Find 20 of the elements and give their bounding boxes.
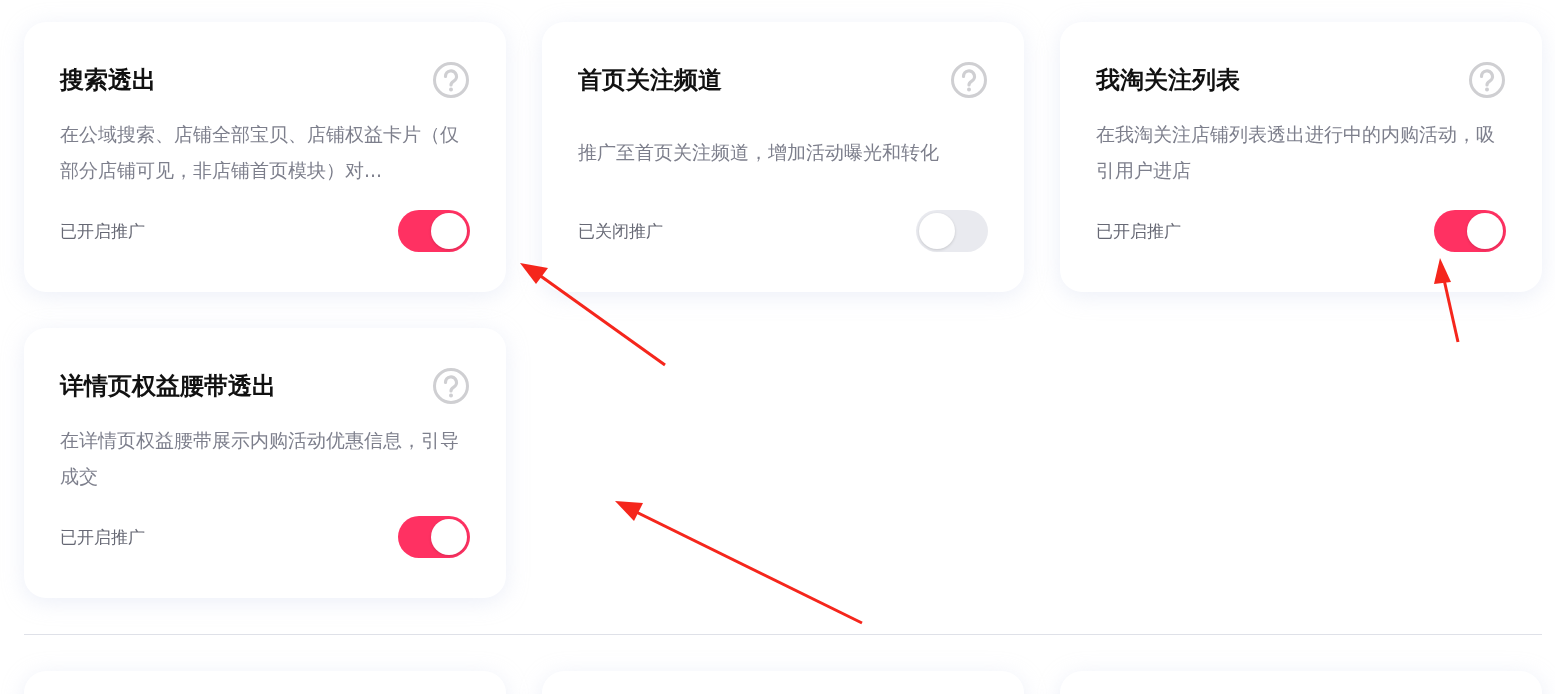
status-label: 已开启推广 xyxy=(60,525,145,549)
toggle-switch[interactable] xyxy=(398,516,470,558)
card-title: 我淘关注列表 xyxy=(1096,65,1240,96)
help-icon[interactable] xyxy=(1468,61,1506,99)
status-label: 已开启推广 xyxy=(60,219,145,243)
card-title: 搜索透出 xyxy=(60,65,156,96)
card-description: 在公域搜索、店铺全部宝贝、店铺权益卡片（仅部分店铺可见，非店铺首页模块）对... xyxy=(60,122,460,183)
status-label: 已关闭推广 xyxy=(578,219,663,243)
card-description: 在详情页权益腰带展示内购活动优惠信息，引导成交 xyxy=(60,428,460,489)
help-icon[interactable] xyxy=(950,61,988,99)
toggle-switch[interactable] xyxy=(398,210,470,252)
toggle-switch[interactable] xyxy=(916,210,988,252)
card-title: 首页关注频道 xyxy=(578,65,722,96)
help-icon[interactable] xyxy=(432,61,470,99)
card-description: 推广至首页关注频道，增加活动曝光和转化 xyxy=(578,140,939,165)
toggle-switch[interactable] xyxy=(1434,210,1506,252)
card-title: 详情页权益腰带透出 xyxy=(60,371,276,402)
status-label: 已开启推广 xyxy=(1096,219,1181,243)
help-icon[interactable] xyxy=(432,367,470,405)
card-description: 在我淘关注店铺列表透出进行中的内购活动，吸引用户进店 xyxy=(1096,122,1496,183)
